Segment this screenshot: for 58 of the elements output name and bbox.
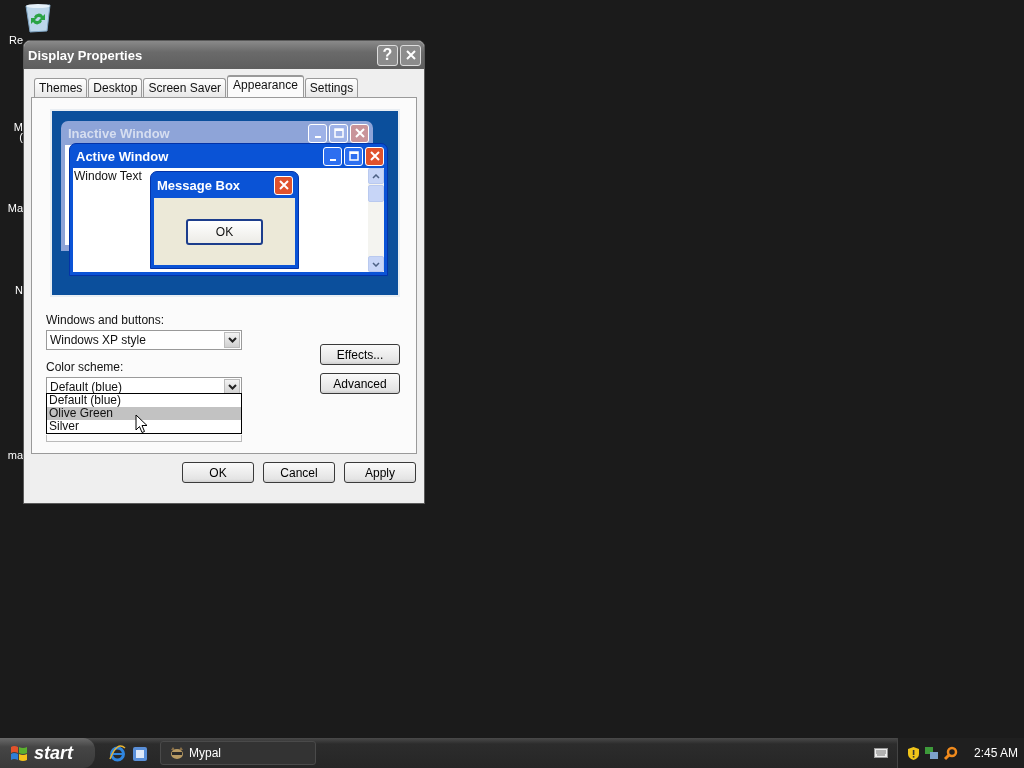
chevron-down-icon — [372, 261, 380, 267]
desktop-icon[interactable] — [132, 744, 148, 762]
scroll-down-button[interactable] — [368, 256, 384, 272]
window-title: Message Box — [156, 177, 242, 193]
close-button[interactable] — [400, 44, 421, 66]
tab[interactable]: Screen Saver — [143, 78, 227, 97]
dialog-button[interactable]: OK — [182, 462, 254, 483]
window-title: Active Window — [75, 148, 170, 164]
desktop-icon-label: M — [13, 121, 23, 133]
chevron-down-icon — [227, 384, 237, 390]
chevron-up-icon — [372, 173, 380, 179]
close-icon — [369, 151, 380, 161]
maximize-icon — [333, 128, 344, 138]
tab[interactable]: Appearance — [227, 75, 304, 98]
dropdown[interactable]: Windows XP style — [46, 330, 242, 350]
close-icon — [278, 180, 289, 190]
desktop-icon-label: Ma — [7, 202, 23, 215]
browser-icon[interactable] — [109, 744, 126, 762]
clock[interactable]: 2:45 AM — [974, 746, 1019, 760]
window-title: Display Properties — [28, 47, 144, 63]
dialog-button[interactable]: Apply — [344, 462, 416, 483]
window-title: Inactive Window — [67, 125, 171, 141]
desktop-icon-label: ( — [19, 131, 23, 144]
tab[interactable]: Settings — [304, 78, 359, 97]
dialog-button[interactable]: Cancel — [263, 462, 335, 483]
dropdown-option[interactable]: Default (blue) — [47, 394, 241, 407]
desktop-icon-label: ma — [7, 449, 23, 462]
scroll-up-button[interactable] — [368, 168, 384, 184]
ok-button[interactable]: OK — [186, 218, 263, 245]
field-label: Windows and buttons: — [46, 313, 165, 327]
minimize-icon — [314, 135, 321, 138]
close-icon — [354, 128, 365, 138]
scroll-thumb[interactable] — [368, 185, 384, 202]
windows-logo-icon — [10, 744, 28, 762]
taskbar-button[interactable]: Mypal — [160, 741, 316, 765]
maximize-icon — [348, 151, 359, 161]
tab[interactable]: Themes — [34, 78, 88, 97]
maximize-button[interactable] — [344, 146, 363, 166]
scrollbar[interactable] — [368, 168, 384, 272]
dropdown-option[interactable]: Silver — [47, 420, 241, 433]
dialog-button[interactable]: Advanced — [320, 373, 400, 394]
chevron-down-icon — [227, 337, 237, 343]
dialog-button[interactable]: Effects... — [320, 344, 400, 365]
shield-icon[interactable] — [907, 745, 920, 761]
window-text: Window Text — [74, 169, 142, 183]
desktop-icon-label: N — [15, 284, 23, 297]
search-icon[interactable] — [943, 745, 958, 761]
dropdown-option[interactable]: Olive Green — [47, 407, 241, 420]
field-label: Color scheme: — [46, 360, 124, 374]
recycle-bin-icon[interactable] — [24, 3, 52, 33]
minimize-button[interactable] — [323, 146, 342, 166]
start-button[interactable]: start — [0, 738, 95, 768]
network-icon[interactable] — [924, 745, 939, 761]
dropdown-arrow-button[interactable] — [224, 332, 240, 348]
minimize-icon — [329, 158, 336, 161]
tab[interactable]: Desktop — [88, 78, 143, 97]
desktop-icon-label: Re — [8, 34, 23, 47]
close-icon — [405, 50, 416, 60]
